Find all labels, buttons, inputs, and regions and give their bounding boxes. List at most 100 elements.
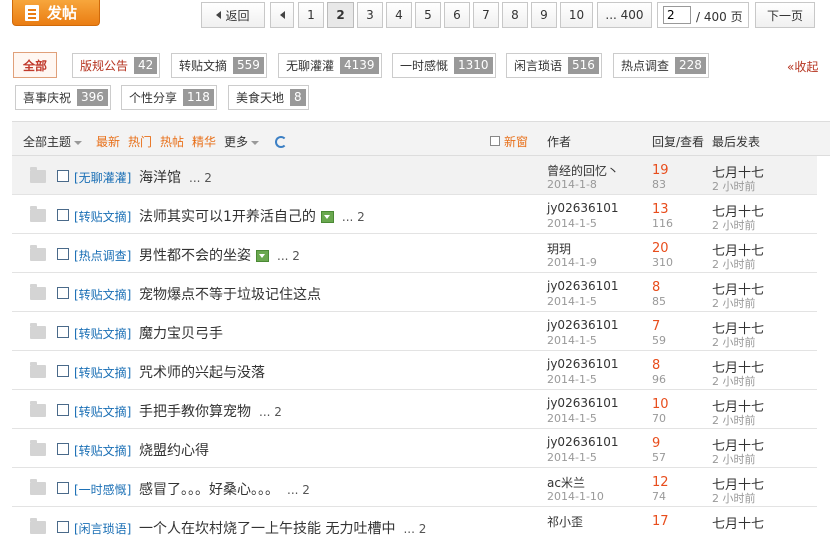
thread-author[interactable]: jy02636101 bbox=[547, 201, 619, 215]
row-checkbox[interactable] bbox=[57, 170, 69, 182]
tab-category[interactable]: 版规公告 42 bbox=[72, 53, 161, 78]
post-button[interactable]: 发帖 bbox=[12, 0, 100, 26]
page-link[interactable]: 10 bbox=[560, 2, 593, 28]
row-checkbox[interactable] bbox=[57, 443, 69, 455]
new-window-checkbox[interactable] bbox=[490, 135, 500, 149]
page-link[interactable]: 5 bbox=[415, 2, 441, 28]
row-checkbox[interactable] bbox=[57, 326, 69, 338]
reply-count[interactable]: 8 bbox=[652, 280, 660, 295]
thread-page-link[interactable]: ... 2 bbox=[287, 483, 310, 497]
filter-all-topics[interactable]: 全部主题 bbox=[23, 133, 83, 150]
refresh-icon[interactable] bbox=[275, 134, 287, 148]
thread-tag[interactable]: [转贴文摘] bbox=[74, 442, 131, 459]
thread-title[interactable]: 海洋馆... 2 bbox=[139, 167, 212, 187]
reply-count[interactable]: 19 bbox=[652, 163, 669, 178]
folder-icon bbox=[30, 323, 46, 339]
reply-count[interactable]: 17 bbox=[652, 514, 669, 529]
thread-title[interactable]: 手把手教你算宠物... 2 bbox=[139, 401, 282, 421]
last-post-time[interactable]: 七月十七 bbox=[712, 513, 764, 532]
row-checkbox[interactable] bbox=[57, 209, 69, 221]
row-checkbox[interactable] bbox=[57, 404, 69, 416]
reply-count[interactable]: 10 bbox=[652, 397, 669, 412]
reply-count[interactable]: 12 bbox=[652, 475, 669, 490]
filter-more[interactable]: 更多 bbox=[224, 133, 260, 150]
prev-page-button[interactable] bbox=[270, 2, 294, 28]
thread-title[interactable]: 魔力宝贝弓手 bbox=[139, 323, 223, 343]
reply-count[interactable]: 20 bbox=[652, 241, 669, 256]
reply-count[interactable]: 9 bbox=[652, 436, 660, 451]
reply-count[interactable]: 13 bbox=[652, 202, 669, 217]
folder-icon bbox=[30, 167, 46, 183]
thread-author[interactable]: jy02636101 bbox=[547, 357, 619, 371]
view-count: 59 bbox=[652, 334, 666, 347]
thread-author[interactable]: jy02636101 bbox=[547, 318, 619, 332]
thread-author[interactable]: 曾经的回忆丶 bbox=[547, 162, 619, 179]
back-button[interactable]: 返回 bbox=[201, 2, 265, 28]
tab-category[interactable]: 个性分享 118 bbox=[121, 85, 217, 110]
thread-author[interactable]: jy02636101 bbox=[547, 435, 619, 449]
row-checkbox[interactable] bbox=[57, 521, 69, 533]
thread-tag[interactable]: [热点调查] bbox=[74, 247, 131, 264]
thread-tag[interactable]: [无聊灌灌] bbox=[74, 169, 131, 186]
page-link[interactable]: 9 bbox=[531, 2, 557, 28]
row-checkbox[interactable] bbox=[57, 287, 69, 299]
page-link[interactable]: 6 bbox=[444, 2, 470, 28]
filter-latest[interactable]: 最新 bbox=[96, 133, 120, 150]
row-checkbox[interactable] bbox=[57, 482, 69, 494]
count-badge: 8 bbox=[290, 89, 306, 106]
tab-category[interactable]: 一时感慨 1310 bbox=[392, 53, 496, 78]
tab-category[interactable]: 无聊灌灌 4139 bbox=[278, 53, 382, 78]
thread-tag[interactable]: [转贴文摘] bbox=[74, 403, 131, 420]
thread-page-link[interactable]: ... 2 bbox=[403, 522, 426, 536]
row-checkbox[interactable] bbox=[57, 248, 69, 260]
thread-title[interactable]: 烧盟约心得 bbox=[139, 440, 209, 460]
collapse-link[interactable]: «收起 bbox=[787, 58, 818, 75]
thread-tag[interactable]: [转贴文摘] bbox=[74, 286, 131, 303]
filter-digest[interactable]: 精华 bbox=[192, 133, 216, 150]
thread-author[interactable]: 玥玥 bbox=[547, 240, 571, 257]
page-link-current[interactable]: 2 bbox=[327, 2, 354, 28]
page-link[interactable]: 4 bbox=[386, 2, 412, 28]
tab-category[interactable]: 转贴文摘 559 bbox=[171, 53, 267, 78]
tab-category[interactable]: 闲言琐语 516 bbox=[506, 53, 602, 78]
tab-category[interactable]: 热点调查 228 bbox=[613, 53, 709, 78]
filter-hot-posts[interactable]: 热帖 bbox=[160, 133, 184, 150]
thread-tag[interactable]: [转贴文摘] bbox=[74, 364, 131, 381]
page-link[interactable]: 3 bbox=[357, 2, 383, 28]
tab-all[interactable]: 全部 bbox=[13, 52, 58, 78]
thread-tag[interactable]: [转贴文摘] bbox=[74, 208, 131, 225]
thread-author[interactable]: jy02636101 bbox=[547, 396, 619, 410]
reply-count[interactable]: 7 bbox=[652, 319, 660, 334]
thread-tag[interactable]: [转贴文摘] bbox=[74, 325, 131, 342]
thread-tag[interactable]: [闲言琐语] bbox=[74, 520, 131, 537]
thread-title[interactable]: 感冒了。。。好桑心。。。... 2 bbox=[139, 479, 310, 499]
filter-hot[interactable]: 热门 bbox=[128, 133, 152, 150]
count-badge: 396 bbox=[77, 89, 108, 106]
thread-date: 2014-1-10 bbox=[547, 490, 604, 503]
reply-count[interactable]: 8 bbox=[652, 358, 660, 373]
thread-title[interactable]: 宠物爆点不等于垃圾记住这点 bbox=[139, 284, 321, 304]
tab-category[interactable]: 美食天地 8 bbox=[228, 85, 309, 110]
thread-title[interactable]: 一个人在坎村烧了一上午技能 无力吐槽中... 2 bbox=[139, 518, 426, 538]
thread-page-link[interactable]: ... 2 bbox=[259, 405, 282, 419]
thread-author[interactable]: ac米兰 bbox=[547, 474, 585, 491]
page-link[interactable]: 7 bbox=[473, 2, 499, 28]
thread-title[interactable]: 咒术师的兴起与没落 bbox=[139, 362, 265, 382]
thread-tag[interactable]: [一时感慨] bbox=[74, 481, 131, 498]
thread-title[interactable]: 男性都不会的坐姿... 2 bbox=[139, 245, 300, 265]
thread-title[interactable]: 法师其实可以1开养活自己的... 2 bbox=[139, 206, 365, 226]
thread-page-link[interactable]: ... 2 bbox=[342, 210, 365, 224]
next-page-button[interactable]: 下一页 bbox=[755, 2, 815, 28]
thread-page-link[interactable]: ... 2 bbox=[277, 249, 300, 263]
page-link[interactable]: 1 bbox=[298, 2, 324, 28]
thread-author[interactable]: jy02636101 bbox=[547, 279, 619, 293]
tab-category[interactable]: 喜事庆祝 396 bbox=[15, 85, 111, 110]
thread-author[interactable]: 祁小歪 bbox=[547, 513, 583, 530]
page-jump-input[interactable] bbox=[663, 6, 691, 24]
last-post-ago: 2 小时前 bbox=[712, 258, 756, 271]
last-post-ago: 2 小时前 bbox=[712, 375, 756, 388]
page-link[interactable]: 8 bbox=[502, 2, 528, 28]
thread-page-link[interactable]: ... 2 bbox=[189, 171, 212, 185]
row-checkbox[interactable] bbox=[57, 365, 69, 377]
page-link-last[interactable]: ... 400 bbox=[597, 2, 652, 28]
